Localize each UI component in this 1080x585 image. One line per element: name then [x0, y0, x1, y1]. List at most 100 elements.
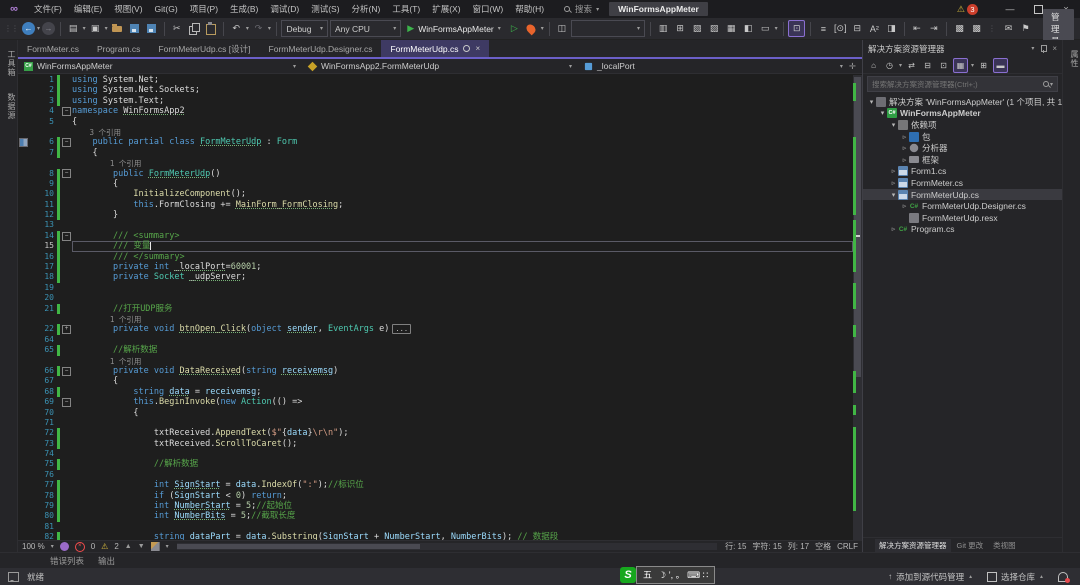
- sogou-logo-icon[interactable]: S: [620, 567, 636, 583]
- live-share-icon[interactable]: [60, 542, 69, 551]
- tree-item[interactable]: ▹分析器: [863, 142, 1062, 154]
- uncomment-selection-button[interactable]: ▩: [969, 21, 984, 36]
- preview-selected-items-icon[interactable]: ⊡: [937, 59, 950, 72]
- document-tab[interactable]: FormMeterUdp.Designer.cs: [260, 40, 382, 57]
- sync-with-active-document-icon[interactable]: ⇄: [905, 59, 918, 72]
- menu-item[interactable]: 文件(F): [28, 4, 68, 14]
- code-line[interactable]: 22+ private void btnOpen_Click(object se…: [18, 324, 853, 334]
- select-repository-button[interactable]: 选择仓库 ▲: [987, 571, 1044, 583]
- menu-item[interactable]: 测试(S): [305, 4, 345, 14]
- report-problem-icon[interactable]: ⚑: [1018, 21, 1033, 36]
- split-editor-button[interactable]: ✛: [849, 61, 856, 72]
- navigate-forward-button[interactable]: →: [42, 22, 55, 35]
- tree-expander[interactable]: ▾: [867, 98, 876, 106]
- menu-item[interactable]: 生成(B): [224, 4, 264, 14]
- tree-expander[interactable]: ▹: [889, 167, 898, 175]
- chevron-down-icon[interactable]: ▾: [775, 25, 778, 32]
- document-tab[interactable]: FormMeterUdp.cs×: [381, 40, 489, 57]
- tree-expander[interactable]: ▹: [900, 133, 909, 141]
- code-line[interactable]: 7 {: [18, 148, 853, 158]
- panel-header[interactable]: 解决方案资源管理器 ▾ ×: [863, 40, 1062, 57]
- tree-expander[interactable]: ▹: [900, 156, 909, 164]
- window-position-icon[interactable]: ▾: [1031, 45, 1034, 52]
- collapse-all-icon[interactable]: ⊟: [921, 59, 934, 72]
- chevron-down-icon[interactable]: ▾: [83, 25, 86, 32]
- fold-marker[interactable]: −: [62, 169, 71, 178]
- tree-item[interactable]: ▹C#Program.cs: [863, 224, 1062, 236]
- word-wrap-button[interactable]: ⊟: [850, 21, 865, 36]
- home-icon[interactable]: ⌂: [867, 59, 880, 72]
- code-line[interactable]: 18 private Socket _udpServer;: [18, 272, 853, 282]
- document-tab[interactable]: FormMeter.cs: [18, 40, 88, 57]
- next-issue-button[interactable]: ▼: [138, 543, 145, 550]
- codelens-row[interactable]: 1 个引用: [18, 314, 853, 324]
- horizontal-scrollbar[interactable]: [177, 543, 717, 550]
- code-line[interactable]: 79 int NumberStart = 5;//起始位: [18, 501, 853, 511]
- char-indicator[interactable]: 字符: 15: [752, 541, 781, 552]
- intellicode-toggle-button[interactable]: ⊡: [788, 20, 805, 37]
- solution-properties-button[interactable]: ▥: [656, 21, 671, 36]
- chevron-down-icon[interactable]: ▾: [105, 25, 108, 32]
- column-indicator[interactable]: 列: 17: [788, 541, 809, 552]
- spaces-indicator[interactable]: 空格: [815, 541, 831, 552]
- warning-count[interactable]: 2: [114, 542, 118, 551]
- chevron-down-icon[interactable]: ▾: [51, 543, 54, 550]
- properties-icon[interactable]: ⊞: [977, 59, 990, 72]
- package-manager-button[interactable]: ▦: [724, 21, 739, 36]
- code-line[interactable]: 64: [18, 335, 853, 345]
- fold-marker[interactable]: −: [62, 232, 71, 241]
- send-feedback-icon[interactable]: ✉: [1001, 21, 1016, 36]
- search-depth-dropdown[interactable]: ▾: [571, 20, 645, 37]
- show-whitespace-button[interactable]: A²: [867, 21, 882, 36]
- minimize-button[interactable]: —: [996, 0, 1024, 18]
- tree-expander[interactable]: ▹: [889, 225, 898, 233]
- code-line[interactable]: 4−namespace WinFormsApp2: [18, 106, 853, 116]
- pin-icon[interactable]: [1039, 45, 1047, 53]
- code-line[interactable]: 69− this.BeginInvoke(new Action(() =>: [18, 397, 853, 407]
- view-code-icon[interactable]: ▬: [993, 58, 1008, 73]
- chevron-down-icon[interactable]: ▾: [268, 25, 271, 32]
- code-line[interactable]: 65 //解析数据: [18, 345, 853, 355]
- chevron-down-icon[interactable]: ▾: [899, 62, 902, 69]
- paste-button[interactable]: [203, 21, 218, 36]
- chevron-down-icon[interactable]: ▾: [246, 25, 249, 32]
- save-all-button[interactable]: [144, 21, 159, 36]
- title-search-box[interactable]: 搜索 ▾: [564, 3, 599, 15]
- code-line[interactable]: 75 //解析数据: [18, 459, 853, 469]
- panel-tab[interactable]: 解决方案资源管理器: [875, 539, 951, 552]
- chevron-down-icon[interactable]: ▾: [971, 62, 974, 69]
- comment-button[interactable]: ▭: [758, 21, 773, 36]
- document-tab[interactable]: FormMeterUdp.cs [设计]: [149, 40, 259, 57]
- close-icon[interactable]: ×: [475, 44, 480, 53]
- code-line[interactable]: 81: [18, 522, 853, 532]
- target-framework-icon[interactable]: ◫: [554, 21, 569, 36]
- pin-icon[interactable]: [463, 45, 470, 52]
- navigate-back-button[interactable]: ←: [22, 22, 35, 35]
- warning-icon[interactable]: ⚠: [957, 4, 965, 15]
- code-line[interactable]: 2using System.Net.Sockets;: [18, 85, 853, 95]
- tree-expander[interactable]: ▹: [889, 179, 898, 187]
- new-project-button[interactable]: ▤: [66, 21, 81, 36]
- code-line[interactable]: 15 /// 变量: [18, 241, 853, 251]
- previous-issue-button[interactable]: ▲: [125, 543, 132, 550]
- code-line[interactable]: 72 txtReceived.AppendText($"{data}\r\n")…: [18, 428, 853, 438]
- codelens-row[interactable]: 1 个引用: [18, 356, 853, 366]
- code-line[interactable]: 19: [18, 283, 853, 293]
- chevron-down-icon[interactable]: ▾: [166, 543, 169, 550]
- close-icon[interactable]: ×: [1052, 44, 1057, 53]
- code-line[interactable]: 66− private void DataReceived(string rec…: [18, 366, 853, 376]
- tree-expander[interactable]: ▾: [889, 191, 898, 199]
- code-line[interactable]: 5{: [18, 117, 853, 127]
- menu-item[interactable]: 帮助(H): [509, 4, 550, 14]
- document-tab[interactable]: Program.cs: [88, 40, 149, 57]
- code-line[interactable]: 3using System.Text;: [18, 96, 853, 106]
- bottom-panel-tab[interactable]: 错误列表: [50, 555, 84, 567]
- bottom-panel-tab[interactable]: 输出: [98, 555, 115, 567]
- indent-increase-button[interactable]: ⇥: [926, 21, 941, 36]
- breadcrumb-type-dropdown[interactable]: WinFormsApp2.FormMeterUdp ▾: [302, 59, 578, 74]
- code-line[interactable]: 6− public partial class FormMeterUdp : F…: [18, 137, 853, 147]
- open-folder-button[interactable]: [110, 21, 125, 36]
- test-explorer-button[interactable]: ▨: [707, 21, 722, 36]
- code-line[interactable]: 71: [18, 418, 853, 428]
- pending-changes-filter-icon[interactable]: ◷: [883, 59, 896, 72]
